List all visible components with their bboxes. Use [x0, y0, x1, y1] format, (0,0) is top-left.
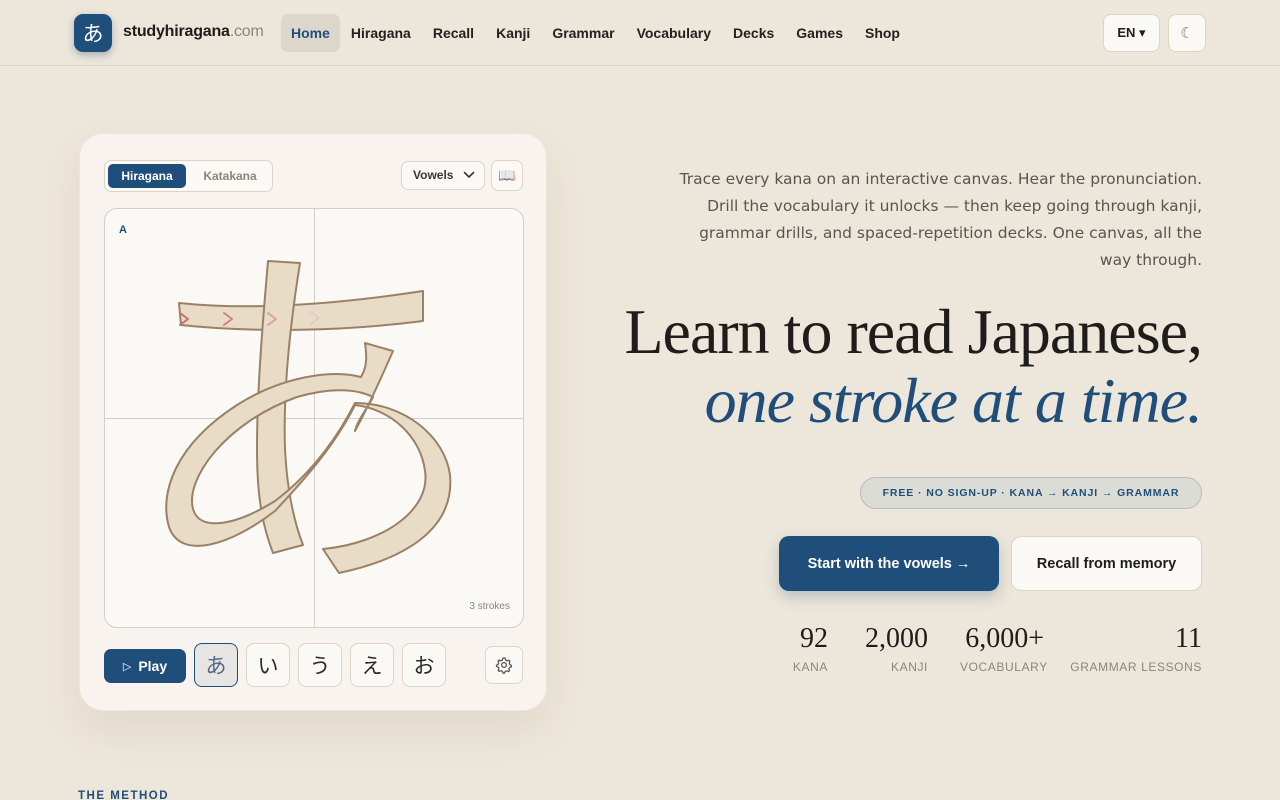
stat-value: 92	[800, 623, 828, 654]
kana-group-select[interactable]: Vowels	[401, 161, 485, 190]
stat-value: 6,000+	[965, 623, 1044, 654]
reference-book-button[interactable]: 📖	[491, 160, 523, 191]
logo-icon[interactable]: あ	[74, 14, 112, 52]
kana-practice-card: Hiragana Katakana Vowels 📖 A 3 strokes ▷…	[79, 133, 547, 711]
site-logo-link[interactable]: studyhiragana.com	[123, 23, 264, 41]
dark-mode-toggle[interactable]: ☾	[1168, 14, 1206, 52]
kana-option-a[interactable]: あ	[194, 643, 238, 687]
script-option-katakana[interactable]: Katakana	[189, 164, 271, 188]
nav-vocabulary[interactable]: Vocabulary	[626, 14, 722, 52]
stroke-count: 3 strokes	[469, 601, 510, 612]
kana-option-o[interactable]: お	[402, 643, 446, 687]
language-select[interactable]: EN ▾	[1103, 14, 1160, 52]
hero-description-line: Trace every kana on an interactive canva…	[679, 170, 1202, 188]
nav-recall[interactable]: Recall	[422, 14, 485, 52]
kana-stroke-guide	[165, 260, 452, 574]
gear-icon	[495, 657, 513, 674]
moon-icon: ☾	[1180, 24, 1194, 42]
play-icon: ▷	[122, 659, 132, 673]
play-label: Play	[138, 658, 168, 674]
stat-grammar-lessons: 11 GRAMMAR LESSONS	[1070, 622, 1202, 674]
hero-description-line: Drill the vocabulary it unlocks — then k…	[707, 197, 1202, 215]
chevron-down-icon	[463, 171, 475, 178]
hero-headline-italic: one stroke at a time.	[704, 365, 1203, 436]
brand-name: studyhiragana	[123, 23, 230, 40]
stat-kanji: 2,000 KANJI	[858, 622, 928, 674]
kana-group-value: Vowels	[413, 168, 454, 182]
main-nav: Home Hiragana Recall Kanji Grammar Vocab…	[281, 14, 911, 52]
stat-label: KANA	[792, 660, 828, 674]
book-icon: 📖	[498, 167, 516, 184]
kana-option-u[interactable]: う	[298, 643, 342, 687]
play-animation-button[interactable]: ▷ Play	[104, 649, 186, 683]
nav-kanji[interactable]: Kanji	[485, 14, 541, 52]
start-vowels-button[interactable]: Start with the vowels →	[779, 536, 999, 591]
nav-hiragana[interactable]: Hiragana	[340, 14, 422, 52]
stat-label: GRAMMAR LESSONS	[1070, 660, 1202, 674]
stroke-3	[165, 342, 452, 574]
tracing-canvas[interactable]: A 3 strokes	[104, 208, 524, 628]
stat-value: 2,000	[865, 623, 928, 654]
hero-description-line: grammar drills, and spaced-repetition de…	[699, 224, 1202, 242]
practice-settings-button[interactable]	[485, 646, 523, 684]
brand-tld: .com	[229, 23, 264, 40]
section-eyebrow: THE METHOD	[78, 790, 170, 800]
top-nav-bar: あ studyhiragana.com Home Hiragana Recall…	[0, 0, 1280, 66]
stat-value: 11	[1175, 623, 1202, 654]
feature-pill: FREE · NO SIGN-UP · KANA → KANJI → GRAMM…	[860, 477, 1202, 509]
nav-home[interactable]: Home	[281, 14, 340, 52]
hero-description-line: way through.	[1099, 251, 1202, 269]
nav-grammar[interactable]: Grammar	[541, 14, 625, 52]
stat-kana: 92 KANA	[788, 622, 828, 674]
nav-games[interactable]: Games	[785, 14, 854, 52]
hero-description: Trace every kana on an interactive canva…	[660, 166, 1202, 274]
kana-option-i[interactable]: い	[246, 643, 290, 687]
kana-strokes	[165, 260, 452, 574]
stat-label: KANJI	[890, 660, 928, 674]
stat-vocabulary: 6,000+ VOCABULARY	[960, 622, 1048, 674]
stroke-1	[178, 290, 424, 331]
stat-label: VOCABULARY	[960, 660, 1048, 674]
script-option-hiragana[interactable]: Hiragana	[108, 164, 186, 188]
recall-from-memory-button[interactable]: Recall from memory	[1011, 536, 1202, 591]
script-toggle: Hiragana Katakana	[104, 160, 273, 192]
kana-option-e[interactable]: え	[350, 643, 394, 687]
nav-shop[interactable]: Shop	[854, 14, 911, 52]
hero-headline: Learn to read Japanese,	[624, 296, 1203, 367]
nav-decks[interactable]: Decks	[722, 14, 785, 52]
